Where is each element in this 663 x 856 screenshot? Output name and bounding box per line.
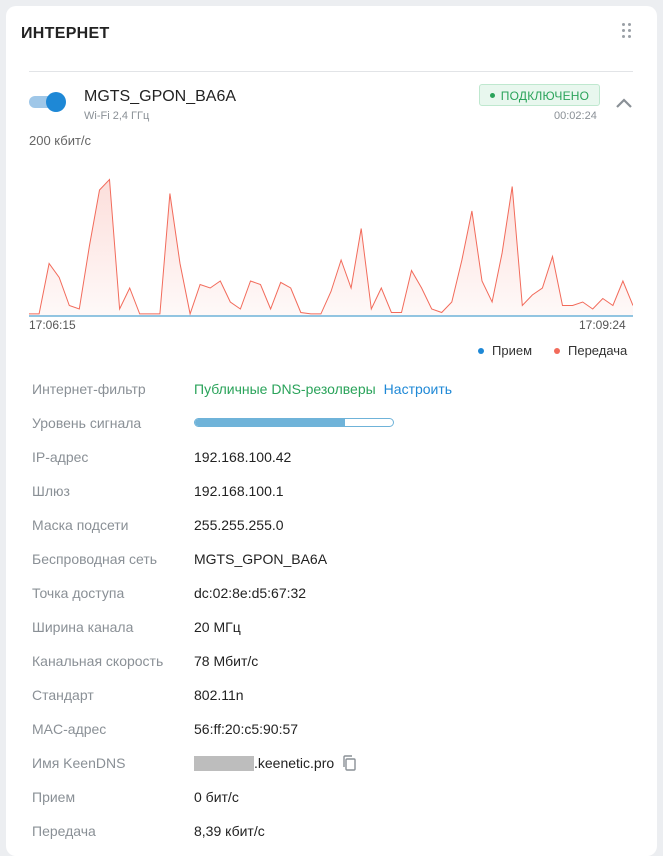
traffic-chart: [29, 178, 633, 317]
status-dot-icon: [489, 93, 495, 99]
chart-y-max-label: 200 кбит/с: [29, 133, 92, 148]
ip-label: IP-адрес: [32, 449, 89, 465]
chevron-up-icon[interactable]: [615, 96, 633, 110]
divider: [29, 71, 633, 72]
rate-value: 78 Мбит/с: [194, 653, 259, 669]
row-mac: MAC-адрес 56:ff:20:c5:90:57: [32, 706, 642, 740]
row-mask: Маска подсети 255.255.255.0: [32, 502, 642, 536]
legend-tx-dot: [554, 347, 560, 354]
row-standard: Стандарт 802.11n: [32, 672, 642, 706]
row-channel-rate: Канальная скорость 78 Мбит/с: [32, 638, 642, 672]
row-rx: Прием 0 бит/с: [32, 774, 642, 808]
wireless-label: Беспроводная сеть: [32, 551, 158, 567]
tx-area: [29, 179, 633, 316]
chart-x-end-label: 17:09:24: [579, 318, 626, 332]
row-internet-filter: Интернет-фильтр Публичные DNS-резолверы Н…: [32, 366, 642, 400]
status-text: ПОДКЛЮЧЕНО: [500, 89, 590, 103]
connection-name: MGTS_GPON_BA6A: [84, 88, 237, 105]
legend-rx-dot: [478, 347, 484, 354]
configure-filter-link[interactable]: Настроить: [384, 381, 452, 397]
ip-value: 192.168.100.42: [194, 449, 292, 465]
copy-icon[interactable]: [342, 755, 356, 771]
mask-value: 255.255.255.0: [194, 517, 284, 533]
keendns-suffix: .keenetic.pro: [254, 755, 335, 771]
row-channel-width: Ширина канала 20 МГц: [32, 604, 642, 638]
gateway-value: 192.168.100.1: [194, 483, 284, 499]
width-label: Ширина канала: [32, 619, 134, 635]
chart-x-start-label: 17:06:15: [29, 318, 76, 332]
rate-label: Канальная скорость: [32, 653, 164, 669]
filter-label: Интернет-фильтр: [32, 381, 146, 397]
connection-subtitle: Wi-Fi 2,4 ГГц: [84, 110, 150, 122]
legend-rx: Прием: [478, 343, 532, 358]
legend-tx-label: Передача: [568, 343, 628, 358]
tx-label: Передача: [32, 823, 96, 839]
connection-toggle[interactable]: [29, 91, 67, 113]
width-value: 20 МГц: [194, 619, 241, 635]
standard-value: 802.11n: [194, 687, 244, 703]
standard-label: Стандарт: [32, 687, 94, 703]
legend-tx: Передача: [554, 343, 627, 358]
ap-value: dc:02:8e:d5:67:32: [194, 585, 307, 601]
status-badge: ПОДКЛЮЧЕНО: [479, 84, 600, 106]
signal-label: Уровень сигнала: [32, 415, 142, 431]
rx-value: 0 бит/с: [194, 789, 239, 805]
mac-label: MAC-адрес: [32, 721, 107, 737]
signal-level-bar: [194, 418, 394, 427]
row-gateway: Шлюз 192.168.100.1: [32, 468, 642, 502]
legend-rx-label: Прием: [492, 343, 533, 358]
internet-card: ИНТЕРНЕТ MGTS_GPON_BA6A Wi-Fi 2,4 ГГц ПО…: [6, 6, 657, 856]
mac-value: 56:ff:20:c5:90:57: [194, 721, 299, 737]
row-tx: Передача 8,39 кбит/с: [32, 808, 642, 842]
row-access-point: Точка доступа dc:02:8e:d5:67:32: [32, 570, 642, 604]
mask-label: Маска подсети: [32, 517, 129, 533]
drag-handle-icon[interactable]: [622, 23, 634, 39]
row-keendns: Имя KeenDNS .keenetic.pro: [32, 740, 642, 774]
row-wireless: Беспроводная сеть MGTS_GPON_BA6A: [32, 536, 642, 570]
ap-label: Точка доступа: [32, 585, 125, 601]
keendns-redacted-name: [194, 755, 254, 771]
rx-label: Прием: [32, 789, 76, 805]
wireless-value: MGTS_GPON_BA6A: [194, 551, 328, 567]
filter-value: Публичные DNS-резолверы: [194, 381, 376, 397]
keendns-label: Имя KeenDNS: [32, 755, 126, 771]
gateway-label: Шлюз: [32, 483, 70, 499]
details-list: Интернет-фильтр Публичные DNS-резолверы Н…: [32, 366, 642, 842]
row-signal: Уровень сигнала: [32, 400, 642, 434]
card-title: ИНТЕРНЕТ: [21, 25, 110, 42]
tx-value: 8,39 кбит/с: [194, 823, 265, 839]
row-ip: IP-адрес 192.168.100.42: [32, 434, 642, 468]
uptime: 00:02:24: [554, 110, 597, 122]
signal-level-fill: [195, 419, 346, 426]
